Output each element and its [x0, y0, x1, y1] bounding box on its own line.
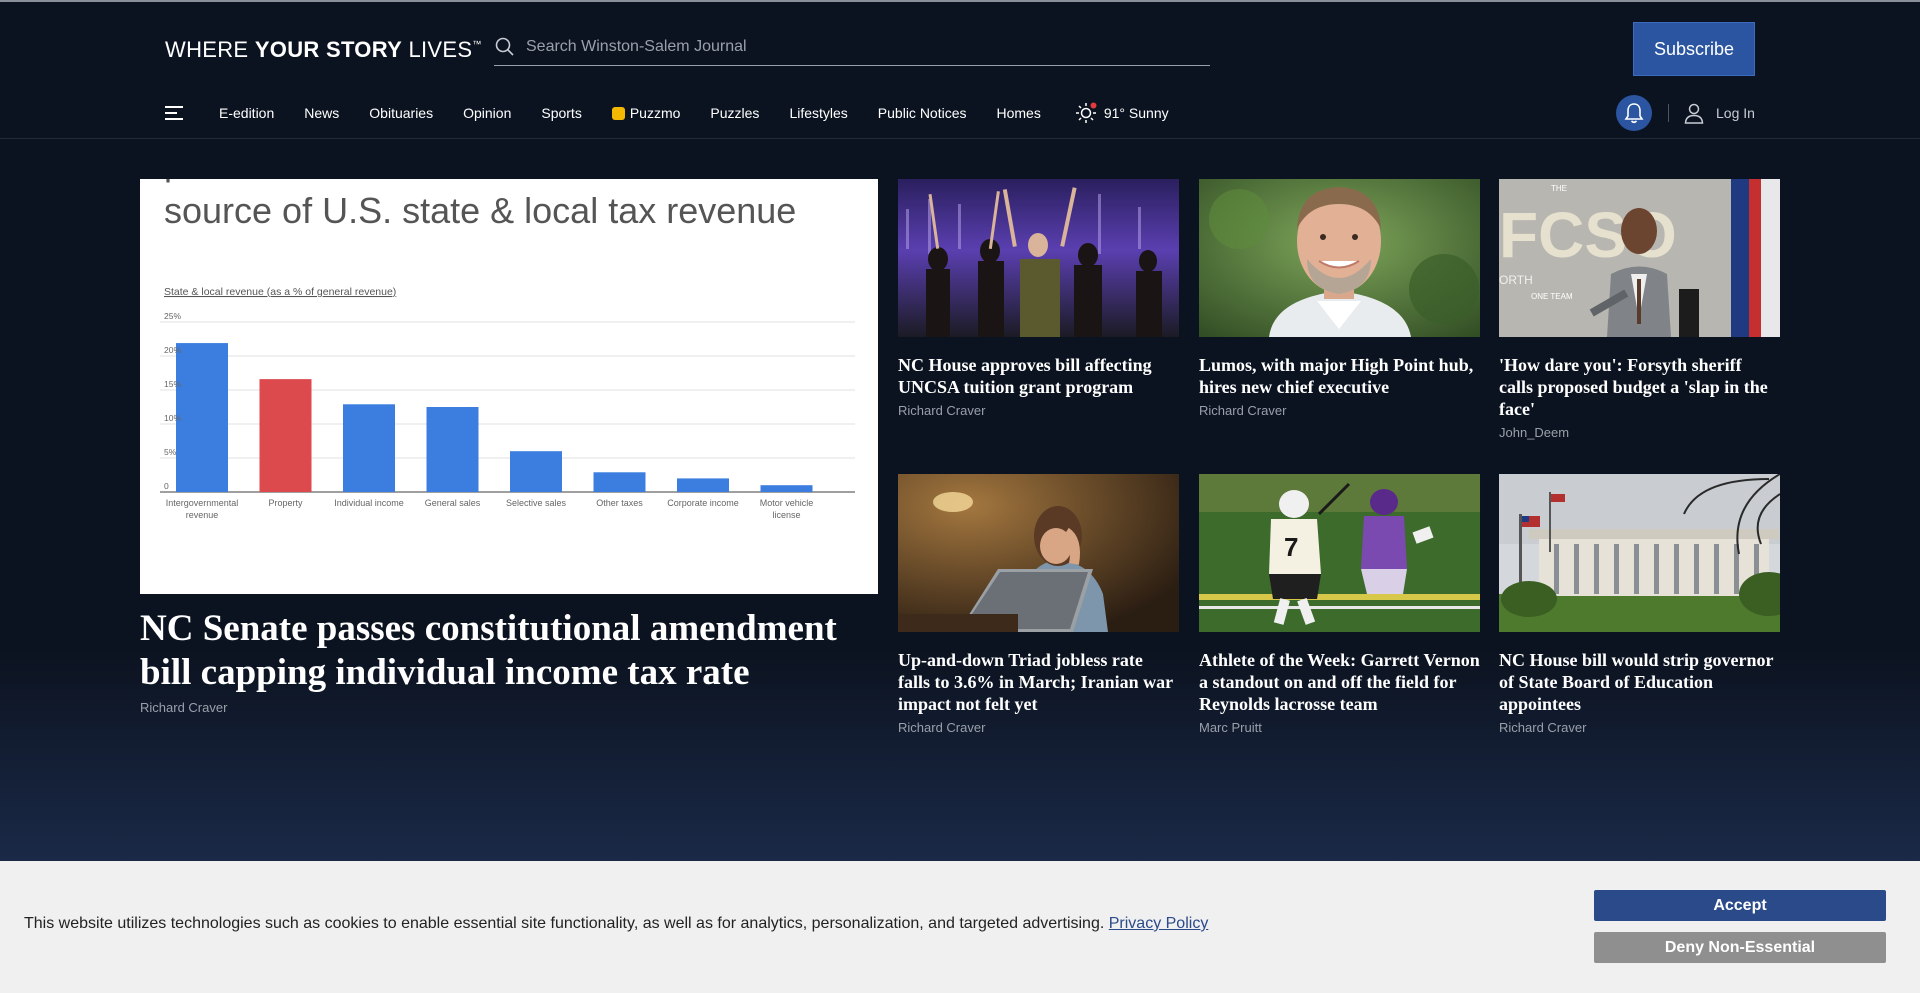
svg-text:ORTH: ORTH [1499, 273, 1533, 287]
chart-category-label: revenue [186, 510, 219, 520]
story-author[interactable]: John_Deem [1499, 425, 1780, 440]
story-image-legislative-building[interactable] [1499, 474, 1780, 632]
cookie-text: This website utilizes technologies such … [24, 915, 1208, 933]
site-logo[interactable]: WHERE YOUR STORY LIVES™ [165, 37, 482, 63]
chart-ytick-label: 25% [164, 311, 181, 321]
chart-ytick-label: 20% [164, 345, 181, 355]
bell-icon [1624, 103, 1644, 124]
story-title[interactable]: Lumos, with major High Point hub, hires … [1199, 354, 1480, 398]
chart-category-label: Property [268, 498, 303, 508]
chart-bar [426, 407, 479, 492]
story-title[interactable]: 'How dare you': Forsyth sheriff calls pr… [1499, 354, 1780, 420]
chart-bar [343, 404, 395, 492]
chart-ytick-label: 10% [164, 413, 181, 423]
main-nav: E-edition News Obituaries Opinion Sports… [165, 90, 1169, 136]
puzzmo-icon [611, 106, 625, 120]
nav-puzzmo[interactable]: Puzzmo [611, 105, 681, 121]
chart-category-label: Selective sales [506, 498, 567, 508]
logo-text-1: WHERE [165, 37, 255, 62]
chart-category-label: Intergovernmental [166, 498, 239, 508]
story-author[interactable]: Richard Craver [898, 720, 1179, 735]
story-card[interactable]: FCSO THE ONE TEAM ORTH 'How dare you': F… [1499, 179, 1780, 440]
lead-story-image[interactable]: p source of U.S. state & local tax reven… [140, 179, 878, 594]
accept-cookies-button[interactable]: Accept [1594, 890, 1886, 921]
chart-heading-partial: p [164, 179, 184, 183]
story-card[interactable]: NC House bill would strip governor of St… [1499, 474, 1780, 735]
story-card[interactable]: Lumos, with major High Point hub, hires … [1199, 179, 1480, 418]
logo-text-2: YOUR STORY [254, 37, 403, 62]
user-icon [1684, 103, 1704, 124]
login-link[interactable]: Log In [1684, 102, 1755, 124]
story-title[interactable]: Up-and-down Triad jobless rate falls to … [898, 649, 1179, 715]
chart-ytick-label: 5% [164, 447, 177, 457]
nav-sports[interactable]: Sports [541, 105, 581, 121]
lacrosse-jersey-number: 7 [1284, 532, 1298, 562]
story-author[interactable]: Marc Pruitt [1199, 720, 1480, 735]
chart-bar [677, 478, 729, 492]
search-bar[interactable]: Search Winston-Salem Journal [494, 28, 1210, 66]
nav-obituaries[interactable]: Obituaries [369, 105, 433, 121]
nav-puzzles[interactable]: Puzzles [710, 105, 759, 121]
cookie-message: This website utilizes technologies such … [24, 915, 1109, 932]
search-input[interactable]: Search Winston-Salem Journal [526, 38, 747, 56]
logo-text-3: LIVES [402, 37, 473, 62]
story-image-worried-woman[interactable] [898, 474, 1179, 632]
story-author[interactable]: Richard Craver [1199, 403, 1480, 418]
nav-puzzmo-label: Puzzmo [629, 105, 681, 121]
weather-text: 91° Sunny [1103, 105, 1169, 121]
revenue-bar-chart: p source of U.S. state & local tax reven… [140, 179, 878, 594]
lead-story-title[interactable]: NC Senate passes constitutional amendmen… [140, 607, 890, 695]
cookie-banner: This website utilizes technologies such … [0, 861, 1920, 993]
story-title[interactable]: NC House approves bill affecting UNCSA t… [898, 354, 1179, 398]
nav-homes[interactable]: Homes [997, 105, 1041, 121]
chart-category-label: Motor vehicle [760, 498, 814, 508]
story-image-dancers[interactable] [898, 179, 1179, 337]
subscribe-button[interactable]: Subscribe [1633, 22, 1755, 76]
nav-e-edition[interactable]: E-edition [219, 105, 274, 121]
sheriff-image-text: THE [1551, 184, 1567, 193]
chart-category-label: license [772, 510, 800, 520]
chart-category-label: General sales [425, 498, 481, 508]
site-header: WHERE YOUR STORY LIVES™ Search Winston-S… [0, 2, 1920, 139]
story-title[interactable]: Athlete of the Week: Garrett Vernon a st… [1199, 649, 1480, 715]
privacy-policy-link[interactable]: Privacy Policy [1109, 915, 1209, 932]
login-label: Log In [1716, 105, 1755, 121]
chart-bar [510, 451, 562, 492]
chart-heading: source of U.S. state & local tax revenue [164, 190, 796, 231]
nav-opinion[interactable]: Opinion [463, 105, 511, 121]
story-image-sheriff[interactable]: FCSO THE ONE TEAM ORTH [1499, 179, 1780, 337]
story-image-portrait[interactable] [1199, 179, 1480, 337]
story-author[interactable]: Richard Craver [1499, 720, 1780, 735]
hamburger-menu-icon[interactable] [165, 105, 183, 121]
chart-category-label: Corporate income [667, 498, 739, 508]
chart-bar [593, 472, 646, 492]
chart-category-label: Other taxes [596, 498, 643, 508]
nav-divider [1668, 104, 1669, 122]
lead-story-author[interactable]: Richard Craver [140, 700, 227, 715]
search-icon [495, 37, 514, 56]
chart-ytick-label: 15% [164, 379, 181, 389]
sun-icon [1075, 102, 1097, 123]
story-author[interactable]: Richard Craver [898, 403, 1179, 418]
sheriff-image-text-2: ONE TEAM [1531, 292, 1573, 301]
nav-lifestyles[interactable]: Lifestyles [789, 105, 847, 121]
chart-bar [259, 379, 312, 492]
chart-bar [176, 343, 228, 492]
chart-bar [760, 485, 813, 492]
notifications-button[interactable] [1616, 95, 1652, 131]
story-card[interactable]: NC House approves bill affecting UNCSA t… [898, 179, 1179, 418]
story-card[interactable]: Up-and-down Triad jobless rate falls to … [898, 474, 1179, 735]
weather-widget[interactable]: 91° Sunny [1075, 101, 1169, 125]
deny-cookies-button[interactable]: Deny Non-Essential [1594, 932, 1886, 963]
nav-public-notices[interactable]: Public Notices [878, 105, 967, 121]
chart-ytick-label: 0 [164, 481, 169, 491]
nav-news[interactable]: News [304, 105, 339, 121]
story-title[interactable]: NC House bill would strip governor of St… [1499, 649, 1780, 715]
chart-category-label: Individual income [334, 498, 404, 508]
chart-caption: State & local revenue (as a % of general… [164, 286, 396, 298]
logo-trademark: ™ [472, 39, 482, 49]
story-image-lacrosse[interactable]: 7 [1199, 474, 1480, 632]
story-card[interactable]: 7 Athlete of the Week: Garrett Vernon a … [1199, 474, 1480, 735]
